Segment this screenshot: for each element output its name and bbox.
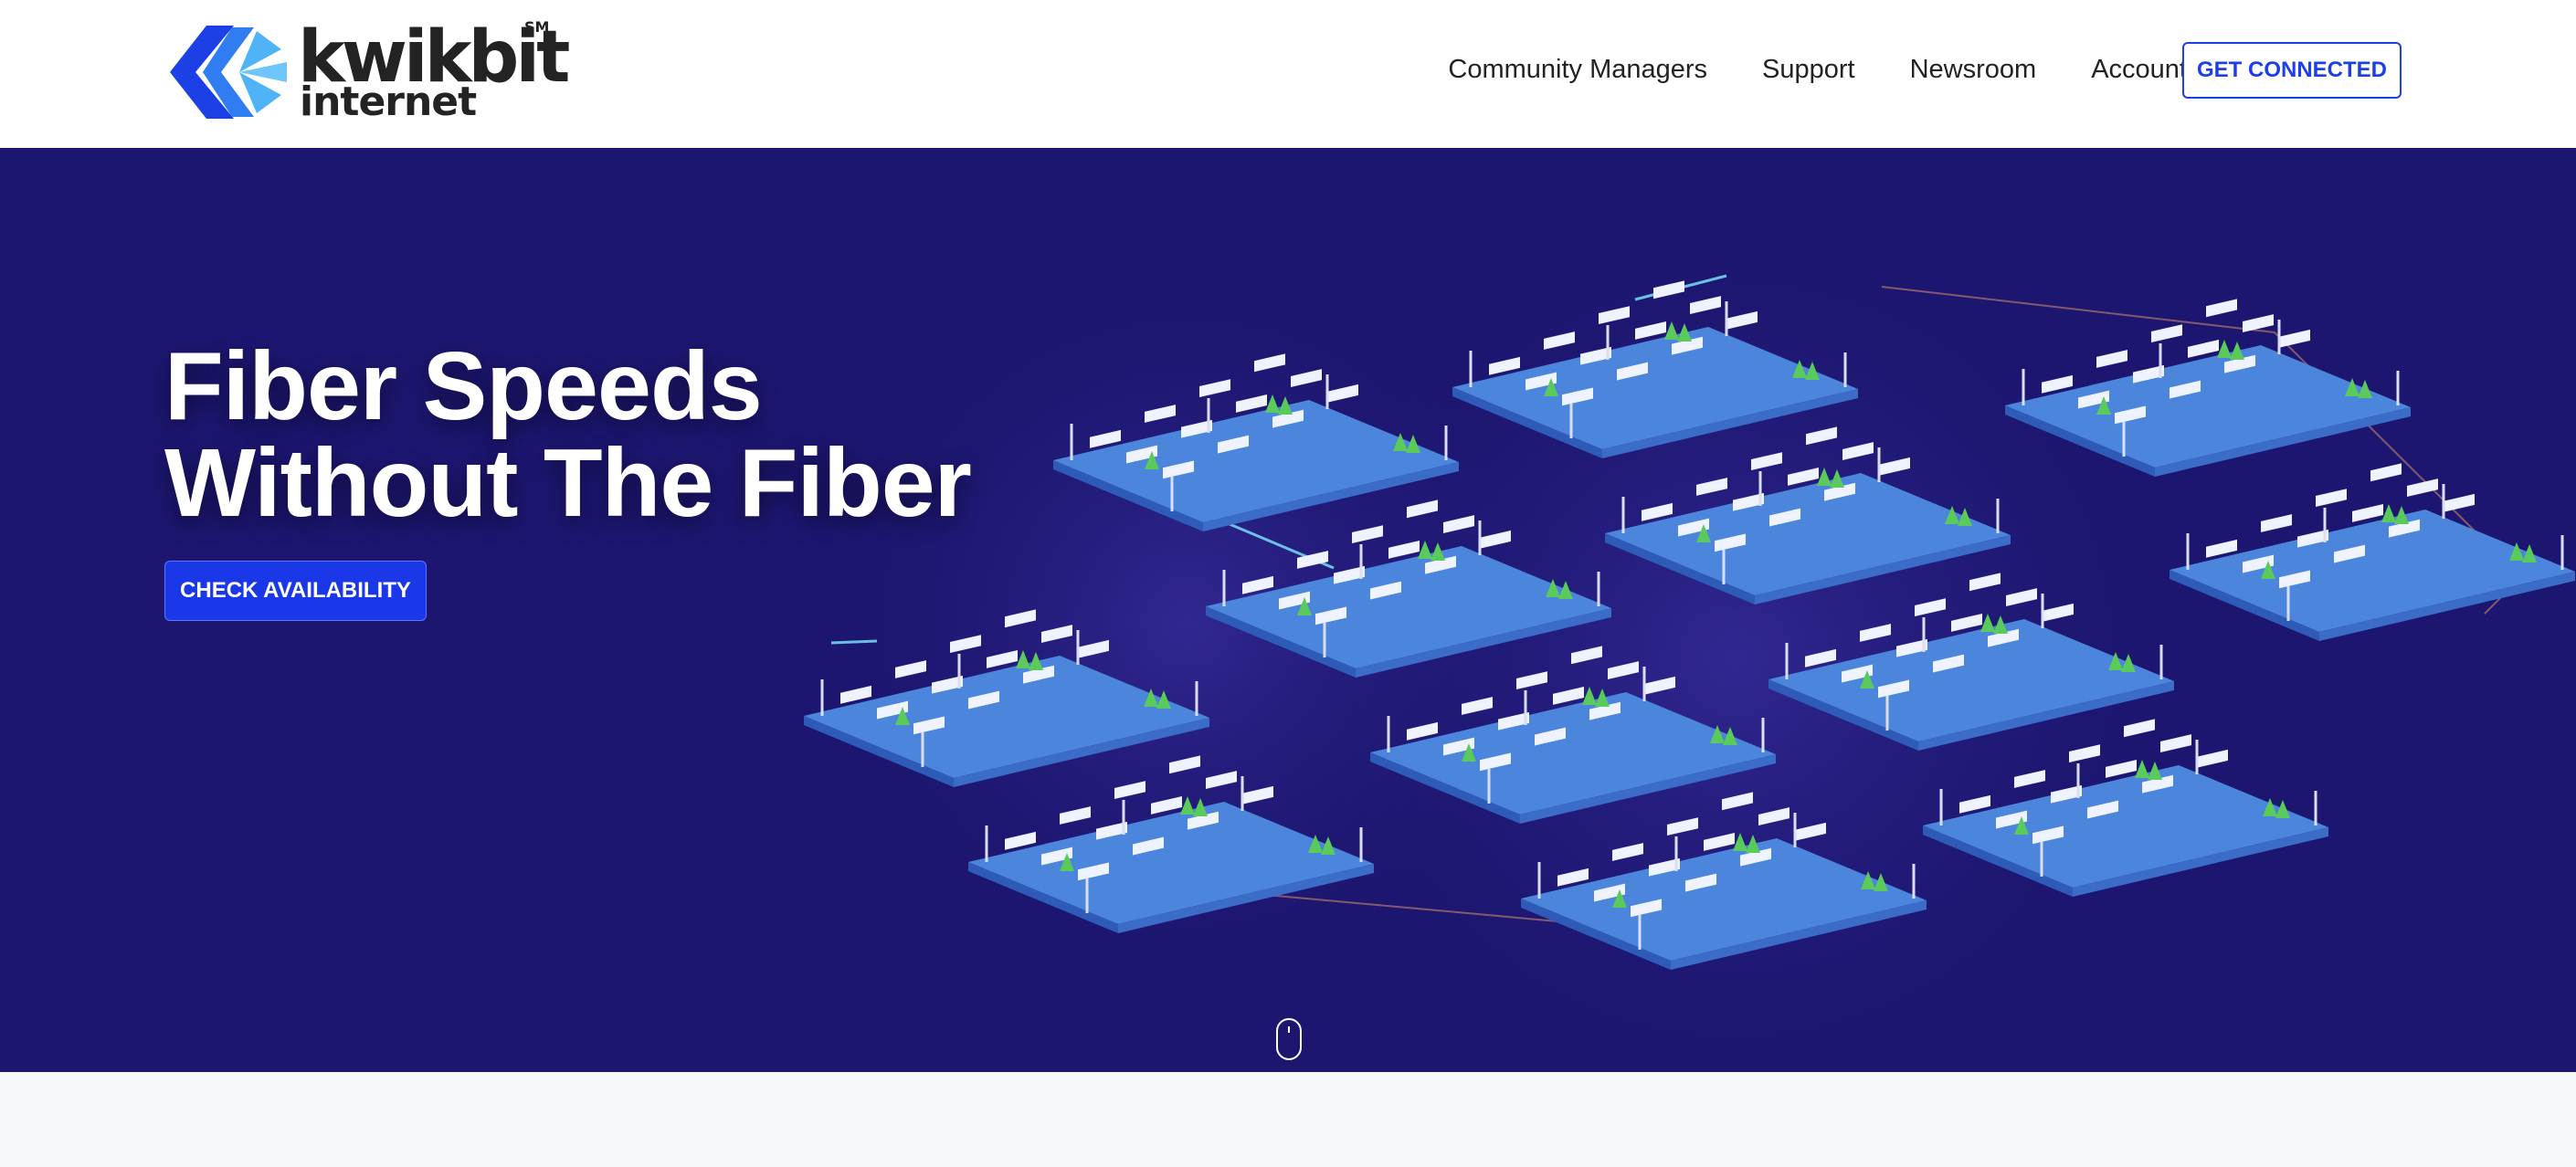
mouse-scroll-icon[interactable] xyxy=(1275,1017,1303,1061)
logo-subtitle: internet xyxy=(300,79,477,125)
hero-headline: Fiber Speeds Without The Fiber xyxy=(164,338,987,531)
kwikbit-logo[interactable]: kwikbit internet SM xyxy=(170,16,570,126)
nav-account[interactable]: Account xyxy=(2091,55,2187,85)
get-connected-button[interactable]: GET CONNECTED xyxy=(2182,42,2402,99)
headline-line-1: Fiber Speeds xyxy=(164,332,763,440)
chevron-logo-icon xyxy=(170,26,287,119)
next-section xyxy=(0,1072,2576,1167)
nav-community-managers[interactable]: Community Managers xyxy=(1448,55,1707,85)
check-availability-button[interactable]: CHECK AVAILABILITY xyxy=(164,561,427,621)
nav-support[interactable]: Support xyxy=(1762,55,1855,85)
headline-line-2: Without The Fiber xyxy=(164,429,972,537)
hero-section: Fiber Speeds Without The Fiber CHECK AVA… xyxy=(0,148,2576,1072)
nav-newsroom[interactable]: Newsroom xyxy=(1910,55,2037,85)
main-nav: Community Managers Support Newsroom Acco… xyxy=(1448,55,2187,85)
service-mark: SM xyxy=(524,18,550,36)
site-header: kwikbit internet SM Community Managers S… xyxy=(0,0,2576,148)
